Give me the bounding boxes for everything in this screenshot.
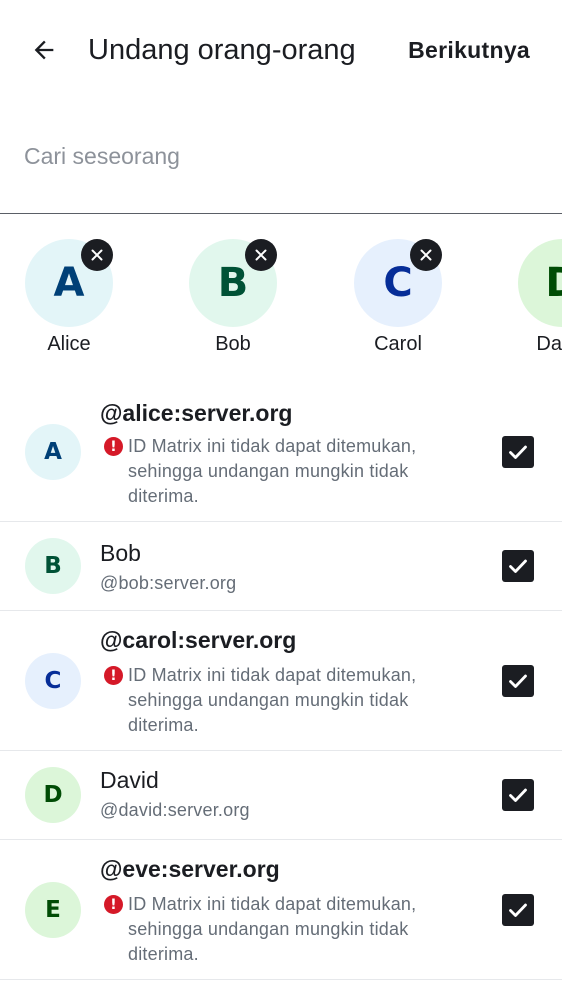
list-item[interactable]: D David @david:server.org bbox=[0, 751, 562, 840]
avatar: C bbox=[25, 653, 81, 709]
user-id: @david:server.org bbox=[100, 800, 250, 820]
warning-text: ID Matrix ini tidak dapat ditemukan, seh… bbox=[128, 436, 417, 506]
search-input[interactable] bbox=[24, 136, 538, 176]
chip-name: Alice bbox=[47, 333, 91, 355]
check-icon bbox=[509, 903, 527, 917]
user-name: David bbox=[100, 767, 159, 793]
error-icon: ! bbox=[104, 895, 123, 914]
check-icon bbox=[509, 559, 527, 573]
unresolved-warning: ! ID Matrix ini tidak dapat ditemukan, s… bbox=[104, 434, 464, 509]
avatar: B bbox=[25, 538, 81, 594]
select-checkbox[interactable] bbox=[502, 894, 534, 926]
user-name: @eve:server.org bbox=[100, 856, 280, 882]
remove-chip-button[interactable] bbox=[81, 239, 113, 271]
check-icon bbox=[509, 674, 527, 688]
user-name: @carol:server.org bbox=[100, 627, 297, 653]
next-button[interactable]: Berikutnya bbox=[408, 32, 530, 68]
chip-name: Carol bbox=[374, 333, 422, 355]
check-icon bbox=[509, 445, 527, 459]
back-button[interactable] bbox=[22, 28, 66, 72]
remove-chip-button[interactable] bbox=[410, 239, 442, 271]
search-bar bbox=[0, 120, 562, 214]
avatar: D bbox=[25, 767, 81, 823]
chip-name: Bob bbox=[215, 333, 251, 355]
select-checkbox[interactable] bbox=[502, 550, 534, 582]
selected-users-row: A Alice B Bob C Carol D David bbox=[0, 214, 562, 364]
user-name: @alice:server.org bbox=[100, 400, 293, 426]
remove-chip-button[interactable] bbox=[245, 239, 277, 271]
chip-name: David bbox=[536, 333, 562, 355]
error-icon: ! bbox=[104, 437, 123, 456]
page-title: Undang orang-orang bbox=[88, 34, 356, 66]
avatar: E bbox=[25, 882, 81, 938]
user-name: Bob bbox=[100, 540, 141, 566]
list-item[interactable]: A @alice:server.org ! ID Matrix ini tida… bbox=[0, 382, 562, 522]
select-checkbox[interactable] bbox=[502, 436, 534, 468]
selected-chip-alice: A Alice bbox=[25, 239, 145, 364]
error-icon: ! bbox=[104, 666, 123, 685]
arrow-left-icon bbox=[34, 40, 54, 60]
check-icon bbox=[509, 788, 527, 802]
avatar: A bbox=[25, 424, 81, 480]
close-icon bbox=[255, 249, 267, 261]
list-item[interactable]: B Bob @bob:server.org bbox=[0, 522, 562, 611]
close-icon bbox=[420, 249, 432, 261]
unresolved-warning: ! ID Matrix ini tidak dapat ditemukan, s… bbox=[104, 663, 464, 738]
list-item[interactable]: E @eve:server.org ! ID Matrix ini tidak … bbox=[0, 840, 562, 980]
selected-chip-david: D David bbox=[518, 239, 562, 364]
select-checkbox[interactable] bbox=[502, 665, 534, 697]
avatar: D bbox=[518, 239, 562, 327]
top-app-bar: Undang orang-orang Berikutnya bbox=[0, 0, 562, 100]
unresolved-warning: ! ID Matrix ini tidak dapat ditemukan, s… bbox=[104, 892, 464, 967]
user-list: A @alice:server.org ! ID Matrix ini tida… bbox=[0, 382, 562, 980]
warning-text: ID Matrix ini tidak dapat ditemukan, seh… bbox=[128, 665, 417, 735]
select-checkbox[interactable] bbox=[502, 779, 534, 811]
user-id: @bob:server.org bbox=[100, 573, 237, 593]
selected-chip-bob: B Bob bbox=[189, 239, 309, 364]
selected-chip-carol: C Carol bbox=[354, 239, 474, 364]
warning-text: ID Matrix ini tidak dapat ditemukan, seh… bbox=[128, 894, 417, 964]
close-icon bbox=[91, 249, 103, 261]
list-item[interactable]: C @carol:server.org ! ID Matrix ini tida… bbox=[0, 611, 562, 751]
